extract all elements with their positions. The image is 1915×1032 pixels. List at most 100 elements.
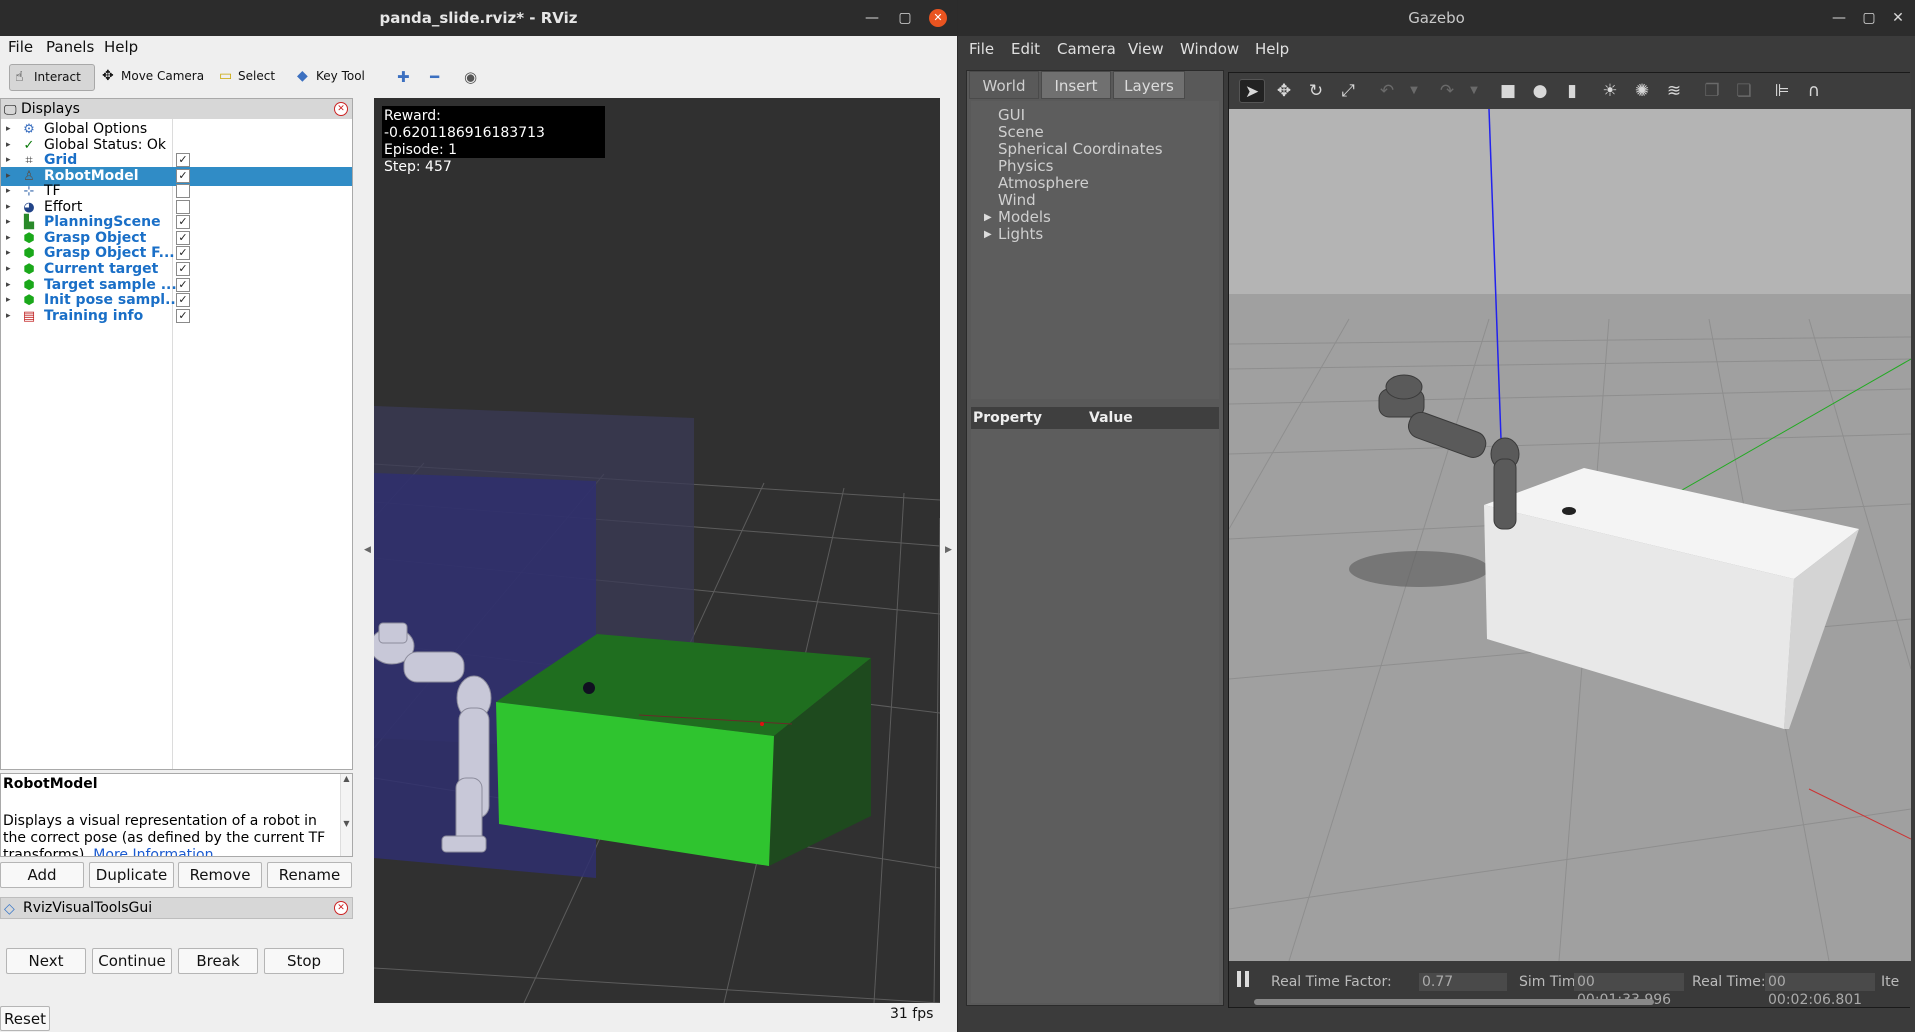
next-button[interactable]: Next bbox=[6, 948, 86, 974]
gz-menu-camera[interactable]: Camera bbox=[1057, 40, 1116, 58]
property-header: Property Value bbox=[971, 407, 1219, 429]
grasp-object-marker bbox=[583, 682, 595, 694]
paste-icon[interactable]: ❏ bbox=[1731, 79, 1757, 103]
minimize-icon[interactable]: — bbox=[858, 0, 886, 36]
display-enable-checkbox[interactable]: ✓ bbox=[176, 153, 190, 168]
break-button[interactable]: Break bbox=[178, 948, 258, 974]
property-column-header: Property bbox=[973, 410, 1043, 426]
display-enable-checkbox[interactable]: ✓ bbox=[176, 215, 190, 230]
display-enable-checkbox[interactable]: ✓ bbox=[176, 293, 190, 308]
gazebo-scene-render bbox=[1229, 109, 1911, 961]
copy-icon[interactable]: ❐ bbox=[1699, 79, 1725, 103]
expand-arrow-icon[interactable]: ▸ bbox=[6, 307, 11, 326]
panel-close-icon[interactable]: ✕ bbox=[334, 102, 348, 116]
select-mode-icon[interactable]: ➤ bbox=[1239, 79, 1265, 103]
world-item-lights[interactable]: ▶ Lights bbox=[984, 225, 1044, 243]
world-item-scene[interactable]: Scene bbox=[998, 124, 1044, 141]
spot-light-icon[interactable]: ✺ bbox=[1629, 79, 1655, 103]
redo-dropdown-icon[interactable]: ▼ bbox=[1461, 79, 1487, 103]
right-splitter-handle[interactable]: ▶ bbox=[945, 545, 952, 555]
display-enable-checkbox[interactable] bbox=[176, 199, 190, 214]
rviz-window: panda_slide.rviz* - RViz — ▢ ✕ File Pane… bbox=[0, 0, 957, 1032]
menu-file[interactable]: File bbox=[8, 38, 33, 56]
description-scrollbar[interactable]: ▲ ▼ bbox=[340, 774, 352, 856]
reset-button[interactable]: Reset bbox=[0, 1006, 50, 1031]
tab-insert[interactable]: Insert bbox=[1041, 71, 1111, 99]
world-item-spherical-coordinates[interactable]: Spherical Coordinates bbox=[998, 141, 1163, 158]
point-light-icon[interactable]: ☀ bbox=[1597, 79, 1623, 103]
rviz-3d-viewport[interactable]: Reward: -0.6201186916183713 Episode: 1 S… bbox=[374, 98, 940, 1003]
continue-button[interactable]: Continue bbox=[92, 948, 172, 974]
undo-icon[interactable]: ↶ bbox=[1374, 79, 1400, 103]
rename-button[interactable]: Rename bbox=[267, 862, 352, 888]
translate-mode-icon[interactable]: ✥ bbox=[1271, 79, 1297, 103]
redo-icon[interactable]: ↷ bbox=[1434, 79, 1460, 103]
gz-grasp-object bbox=[1562, 507, 1576, 515]
world-item-gui[interactable]: GUI bbox=[998, 107, 1025, 124]
display-enable-checkbox[interactable]: ✓ bbox=[176, 230, 190, 245]
duplicate-button[interactable]: Duplicate bbox=[89, 862, 174, 888]
key-tool-button[interactable]: ◆ Key Tool bbox=[292, 64, 371, 91]
close-icon[interactable]: ✕ bbox=[929, 9, 947, 27]
remove-button[interactable]: Remove bbox=[178, 862, 262, 888]
stop-button[interactable]: Stop bbox=[264, 948, 344, 974]
rviz-menubar: File Panels Help bbox=[0, 36, 957, 59]
gz-menu-edit[interactable]: Edit bbox=[1011, 40, 1040, 58]
gazebo-maximize-icon[interactable]: ▢ bbox=[1855, 0, 1883, 36]
directional-light-icon[interactable]: ≋ bbox=[1661, 79, 1687, 103]
display-enable-checkbox[interactable]: ✓ bbox=[176, 261, 190, 276]
world-item-models[interactable]: ▶ Models bbox=[984, 209, 1051, 226]
gazebo-scene[interactable] bbox=[1229, 109, 1911, 961]
gz-menu-help[interactable]: Help bbox=[1255, 40, 1289, 58]
display-enable-checkbox[interactable] bbox=[176, 184, 190, 199]
menu-panels[interactable]: Panels bbox=[46, 38, 94, 56]
pause-icon[interactable] bbox=[1237, 971, 1251, 991]
add-tool-icon[interactable]: ✚ bbox=[397, 68, 410, 86]
add-button[interactable]: Add bbox=[0, 862, 84, 888]
lights-label: Lights bbox=[998, 225, 1044, 243]
gz-menu-view[interactable]: View bbox=[1128, 40, 1164, 58]
snap-icon[interactable]: ∩ bbox=[1801, 79, 1827, 103]
display-enable-checkbox[interactable]: ✓ bbox=[176, 168, 190, 183]
gazebo-minimize-icon[interactable]: — bbox=[1825, 0, 1853, 36]
gazebo-titlebar: Gazebo — ▢ ✕ bbox=[958, 0, 1915, 36]
display-item[interactable]: ▸ ▤ Training info ✓ bbox=[1, 307, 352, 326]
left-splitter-handle[interactable]: ◀ bbox=[364, 545, 371, 555]
gazebo-3d-view: ➤ ✥ ↻ ⤢ ↶ ▼ ↷ ▼ ■ ● ▮ ☀ ✺ ≋ ❐ ❏ ⊫ ∩ Real… bbox=[1228, 72, 1911, 1008]
menu-help[interactable]: Help bbox=[104, 38, 138, 56]
sphere-shape-icon[interactable]: ● bbox=[1527, 79, 1553, 103]
maximize-icon[interactable]: ▢ bbox=[891, 0, 919, 36]
cursor-hand-icon: ☝ bbox=[15, 69, 24, 85]
gazebo-close-icon[interactable]: ✕ bbox=[1884, 0, 1912, 36]
expand-arrow-icon[interactable]: ▶ bbox=[984, 226, 992, 243]
undo-dropdown-icon[interactable]: ▼ bbox=[1401, 79, 1427, 103]
display-enable-checkbox[interactable]: ✓ bbox=[176, 308, 190, 323]
visual-tools-close-icon[interactable]: ✕ bbox=[334, 901, 348, 915]
world-item-physics[interactable]: Physics bbox=[998, 158, 1053, 175]
more-information-link[interactable]: More Information. bbox=[93, 847, 218, 856]
align-icon[interactable]: ⊫ bbox=[1769, 79, 1795, 103]
tab-world[interactable]: World bbox=[969, 71, 1039, 99]
display-description-box: RobotModel Displays a visual representat… bbox=[0, 773, 353, 857]
expand-arrow-icon[interactable]: ▶ bbox=[984, 209, 992, 226]
horizontal-scrollbar[interactable] bbox=[1254, 999, 1654, 1005]
interact-tool-button[interactable]: ☝ Interact bbox=[9, 64, 95, 91]
world-item-wind[interactable]: Wind bbox=[998, 192, 1036, 209]
cylinder-shape-icon[interactable]: ▮ bbox=[1559, 79, 1585, 103]
gz-menu-window[interactable]: Window bbox=[1180, 40, 1239, 58]
gz-menu-file[interactable]: File bbox=[969, 40, 994, 58]
rotate-mode-icon[interactable]: ↻ bbox=[1303, 79, 1329, 103]
camera-view-icon[interactable]: ◉ bbox=[464, 68, 477, 86]
box-shape-icon[interactable]: ■ bbox=[1495, 79, 1521, 103]
move-camera-tool-button[interactable]: ✥ Move Camera bbox=[97, 64, 210, 91]
gazebo-window-title: Gazebo bbox=[1408, 9, 1465, 27]
remove-tool-icon[interactable]: ━ bbox=[430, 68, 439, 86]
tab-layers[interactable]: Layers bbox=[1113, 71, 1185, 99]
step-text: Step: 457 bbox=[384, 159, 452, 175]
display-enable-checkbox[interactable]: ✓ bbox=[176, 246, 190, 261]
display-enable-checkbox[interactable]: ✓ bbox=[176, 277, 190, 292]
display-item-label: Training info bbox=[44, 307, 144, 324]
scale-mode-icon[interactable]: ⤢ bbox=[1335, 79, 1361, 103]
world-item-atmosphere[interactable]: Atmosphere bbox=[998, 175, 1089, 192]
select-tool-button[interactable]: ▭ Select bbox=[214, 64, 281, 91]
